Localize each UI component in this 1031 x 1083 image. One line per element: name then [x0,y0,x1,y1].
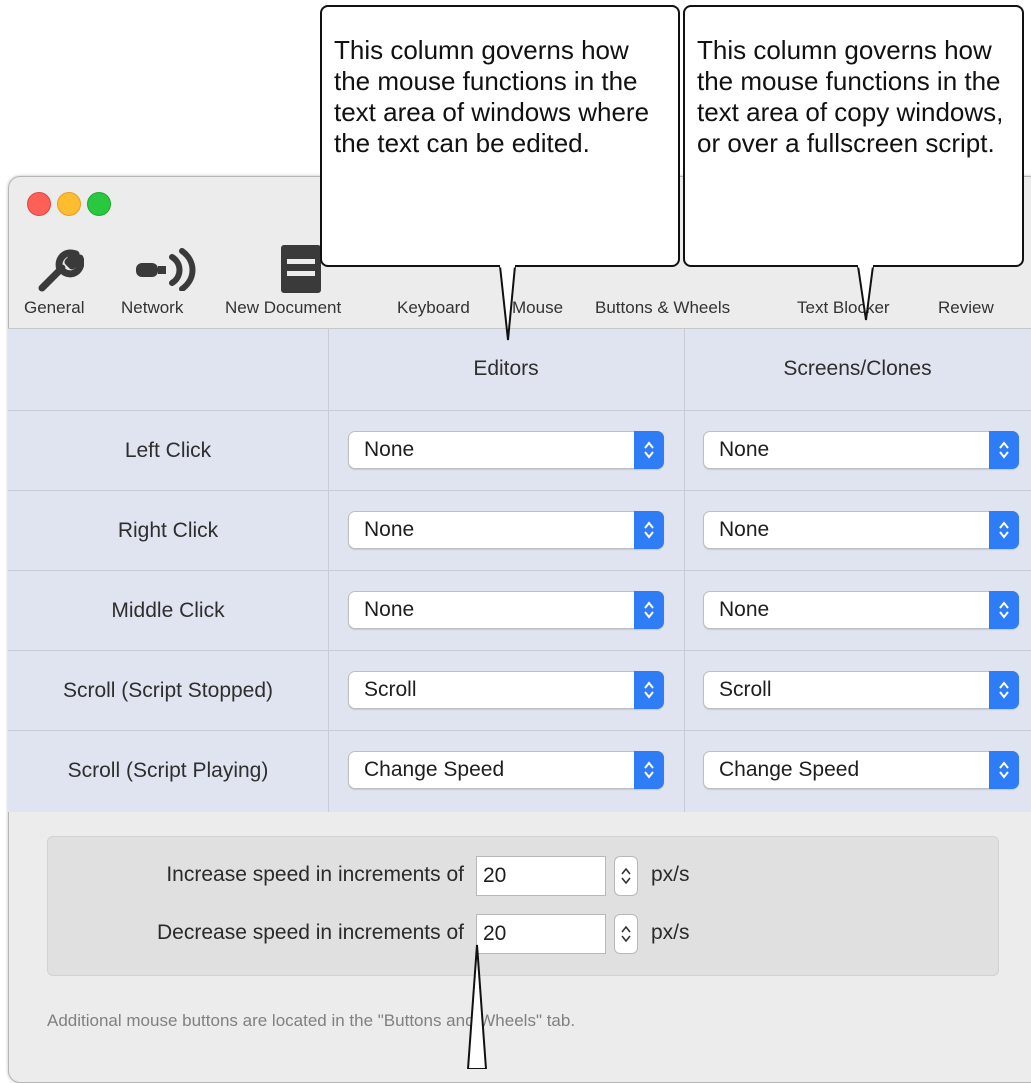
grid-row: Middle Click None None [8,570,1031,651]
row-label-scroll-stopped: Scroll (Script Stopped) [62,679,274,702]
decrease-speed-input[interactable]: 20 [476,914,606,954]
select-value: Change Speed [719,758,860,781]
increase-speed-input[interactable]: 20 [476,856,606,896]
select-value: Scroll [364,678,417,701]
editors-callout: This column governs how the mouse functi… [320,5,680,267]
select-value: None [364,598,415,621]
updown-chevron-icon [989,431,1019,469]
decrease-speed-unit: px/s [651,921,690,944]
speed-increment-group: Increase speed in increments of 20 px/s … [47,836,999,976]
row-label-left-click: Left Click [124,439,212,462]
grid-row: Left Click None None [8,410,1031,491]
updown-chevron-icon [634,431,664,469]
toolbar-item-text-blocker[interactable]: Text Blocker [797,298,890,318]
updown-chevron-icon [634,751,664,789]
updown-chevron-icon [621,867,631,885]
right-click-editors-select[interactable]: None [348,511,664,549]
footnote-text: Additional mouse buttons are located in … [47,1011,576,1030]
left-click-screens-select[interactable]: None [703,431,1019,469]
select-value: None [719,438,770,461]
decrease-speed-label: Decrease speed in increments of [157,921,464,944]
updown-chevron-icon [989,591,1019,629]
column-header-editors: Editors [473,357,539,380]
minimize-window-button[interactable] [57,192,81,216]
increase-speed-label: Increase speed in increments of [166,863,464,886]
scroll-playing-screens-select[interactable]: Change Speed [703,751,1019,789]
toolbar-item-new-document[interactable]: New Document [225,298,341,318]
network-plug-icon[interactable] [134,244,200,294]
column-divider [684,329,685,812]
select-value: None [364,518,415,541]
select-value: None [719,518,770,541]
zoom-window-button[interactable] [87,192,111,216]
left-click-editors-select[interactable]: None [348,431,664,469]
toolbar-item-general[interactable]: General [24,298,84,318]
row-label-scroll-playing: Scroll (Script Playing) [67,759,269,782]
decrease-speed-value: 20 [483,922,507,945]
increase-speed-stepper[interactable] [614,856,638,896]
increase-speed-value: 20 [483,864,507,887]
toolbar-item-network[interactable]: Network [121,298,183,318]
document-icon[interactable] [278,244,324,294]
updown-chevron-icon [989,751,1019,789]
right-click-screens-select[interactable]: None [703,511,1019,549]
middle-click-screens-select[interactable]: None [703,591,1019,629]
column-divider [328,329,329,812]
increase-speed-unit: px/s [651,863,690,886]
grid-row: Right Click None None [8,490,1031,571]
close-window-button[interactable] [27,192,51,216]
updown-chevron-icon [634,511,664,549]
updown-chevron-icon [634,591,664,629]
scroll-stopped-editors-select[interactable]: Scroll [348,671,664,709]
updown-chevron-icon [634,671,664,709]
row-label-right-click: Right Click [117,519,219,542]
toolbar-item-review[interactable]: Review [938,298,994,318]
scroll-playing-editors-select[interactable]: Change Speed [348,751,664,789]
select-value: None [364,438,415,461]
toolbar-item-buttons-wheels[interactable]: Buttons & Wheels [595,298,730,318]
updown-chevron-icon [621,925,631,943]
mouse-mapping-grid: Editors Screens/Clones Left Click None N… [8,329,1031,812]
updown-chevron-icon [989,671,1019,709]
select-value: Change Speed [364,758,505,781]
updown-chevron-icon [989,511,1019,549]
column-header-screens-clones: Screens/Clones [783,357,932,380]
toolbar-item-keyboard[interactable]: Keyboard [397,298,470,318]
decrease-speed-stepper[interactable] [614,914,638,954]
screens-callout: This column governs how the mouse functi… [683,5,1024,267]
row-label-middle-click: Middle Click [111,599,225,622]
grid-row: Scroll (Script Playing) Change Speed Cha… [8,730,1031,811]
toolbar-item-mouse[interactable]: Mouse [512,298,563,318]
select-value: None [719,598,770,621]
header-row: Editors Screens/Clones [8,329,1031,409]
select-value: Scroll [719,678,772,701]
middle-click-editors-select[interactable]: None [348,591,664,629]
grid-row: Scroll (Script Stopped) Scroll Scroll [8,650,1031,731]
scroll-stopped-screens-select[interactable]: Scroll [703,671,1019,709]
wrench-icon[interactable] [38,245,84,295]
